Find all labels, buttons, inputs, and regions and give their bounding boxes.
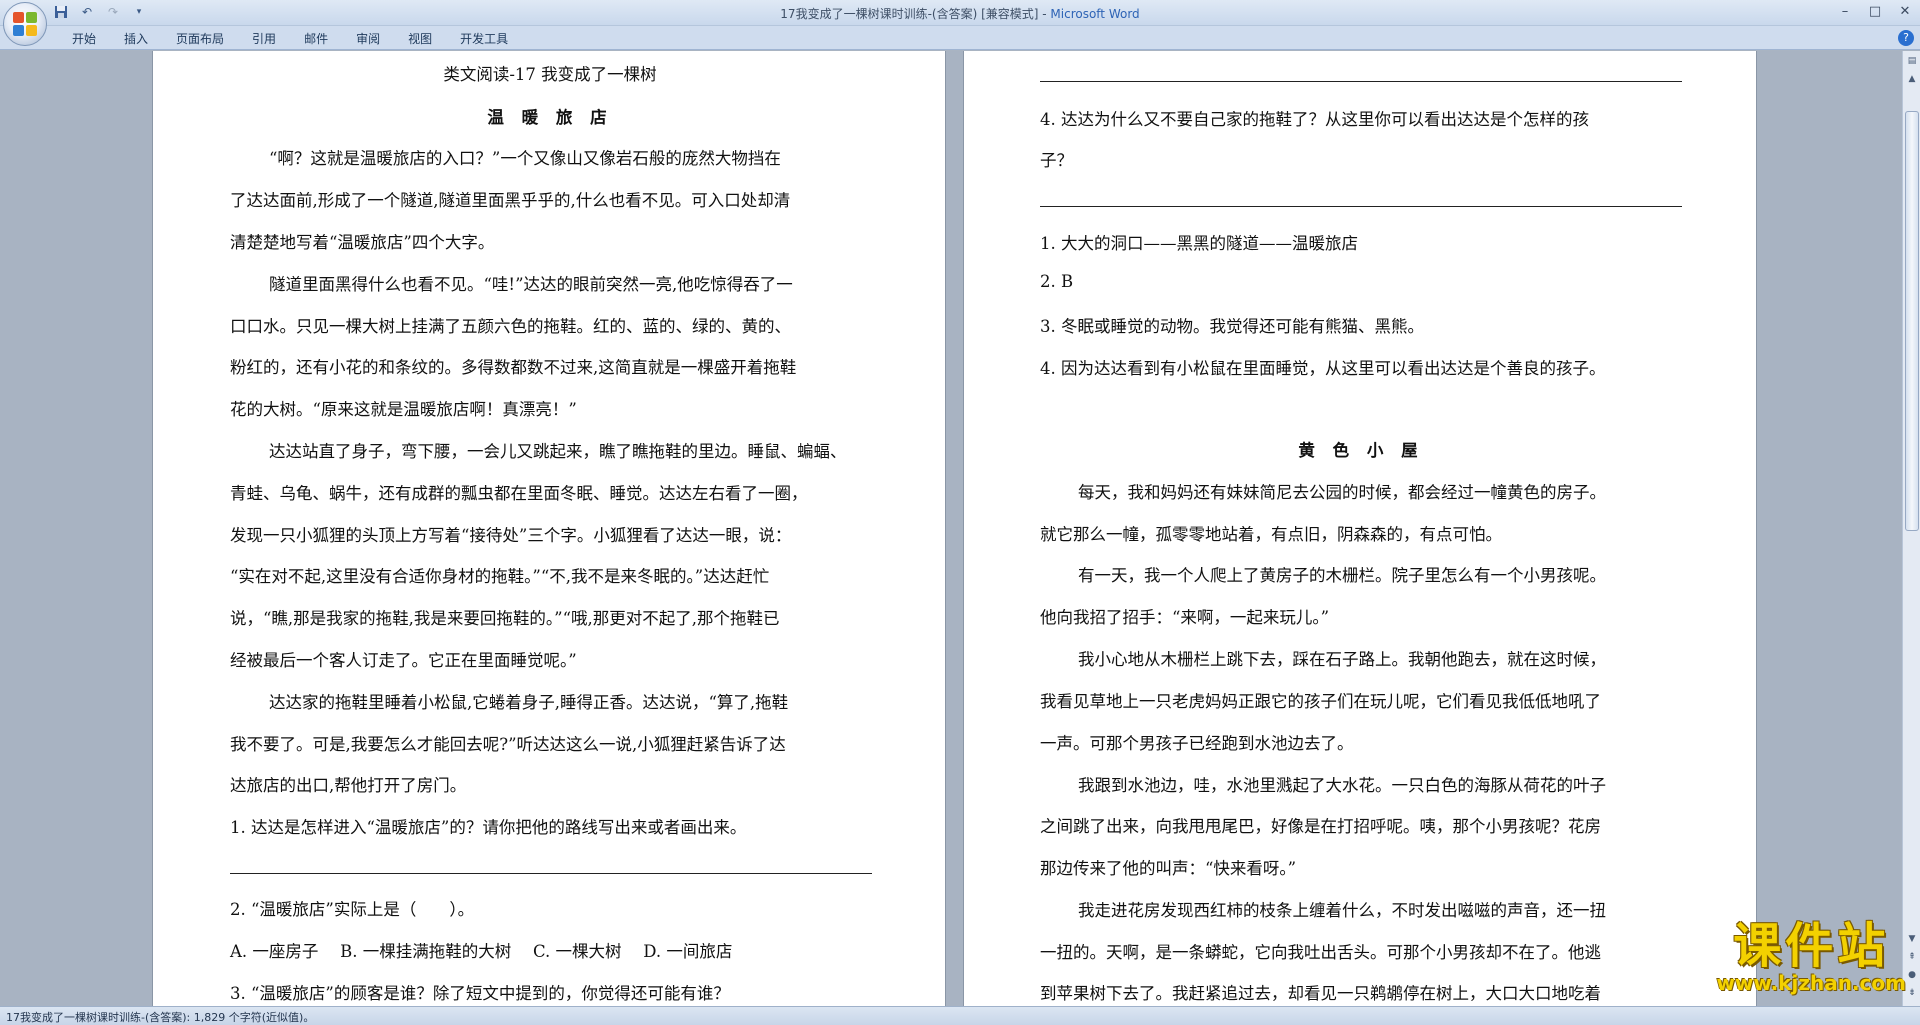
answer-line <box>1040 206 1682 207</box>
question-4-line: 子？ <box>1040 151 1073 170</box>
page-right[interactable]: 4. 达达为什么又不要自己家的拖鞋了？从这里你可以看出达达是个怎样的孩 子？ 1… <box>963 51 1757 1006</box>
status-bar: 17我变成了一棵树课时训练-(含答案): 1,829 个字符(近似值)。 <box>0 1006 1920 1025</box>
answer-item: 3. 冬眠或睡觉的动物。我觉得还可能有熊猫、黑熊。 <box>1040 317 1424 336</box>
arrow-up-icon: ▲ <box>1908 74 1916 84</box>
paragraph-line: 那边传来了他的叫声：“快来看呀。” <box>1040 859 1297 878</box>
paragraph-line: 说，“瞧,那是我家的拖鞋,我是来要回拖鞋的。”“哦,那更对不起了,那个拖鞋已 <box>230 609 780 628</box>
tab-insert[interactable]: 插入 <box>110 30 162 48</box>
paragraph-line: 每天，我和妈妈还有妹妹简尼去公园的时候，都会经过一幢黄色的房子。 <box>1078 483 1606 502</box>
maximize-icon: □ <box>1868 3 1882 19</box>
close-button[interactable]: ✕ <box>1890 0 1920 22</box>
answer-item: 1. 大大的洞口——黑黑的隧道——温暖旅店 <box>1040 234 1358 253</box>
minimize-button[interactable]: – <box>1830 0 1860 22</box>
paragraph-line: 了达达面前,形成了一个隧道,隧道里面黑乎乎的,什么也看不见。可入口处却清 <box>230 191 791 210</box>
status-text: 17我变成了一棵树课时训练-(含答案): 1,829 个字符(近似值)。 <box>6 1011 315 1024</box>
tab-page-layout[interactable]: 页面布局 <box>162 30 238 48</box>
paragraph-line: 之间跳了出来，向我甩甩尾巴，好像是在打招呼呢。咦，那个小男孩呢？花房 <box>1040 817 1601 836</box>
scroll-down-button[interactable]: ▼ <box>1904 931 1920 947</box>
office-button[interactable] <box>3 2 47 46</box>
tab-home[interactable]: 开始 <box>58 30 110 48</box>
double-up-icon: ⇞ <box>1908 952 1916 962</box>
title-bar: ↶ ↷ ▾ 17我变成了一棵树课时训练-(含答案) [兼容模式] - Micro… <box>0 0 1920 26</box>
document-title: 17我变成了一棵树课时训练-(含答案) [兼容模式] - <box>780 7 1051 21</box>
paragraph-line: 我走进花房发现西红柿的枝条上缠着什么，不时发出嗞嗞的声音，还一扭 <box>1078 901 1606 920</box>
paragraph-line: 一声。可那个男孩子已经跑到水池边去了。 <box>1040 734 1354 753</box>
app-name: Microsoft Word <box>1050 7 1140 21</box>
paragraph-line: 发现一只小狐狸的头顶上方写着“接待处”三个字。小狐狸看了达达一眼，说： <box>230 526 792 545</box>
paragraph-line: 就它那么一幢，孤零零地站着，有点旧，阴森森的，有点可怕。 <box>1040 525 1502 544</box>
paragraph-line: 经被最后一个客人订走了。它正在里面睡觉呢。” <box>230 651 577 670</box>
story-title-warm-hotel: 温 暖 旅 店 <box>487 108 613 127</box>
window-controls: – □ ✕ <box>1830 0 1920 22</box>
ribbon: 开始 插入 页面布局 引用 邮件 审阅 视图 开发工具 ? <box>0 26 1920 50</box>
paragraph-line: 隧道里面黑得什么也看不见。“哇!”达达的眼前突然一亮,他吃惊得吞了一 <box>269 275 793 294</box>
answer-line <box>230 873 872 874</box>
window-title: 17我变成了一棵树课时训练-(含答案) [兼容模式] - Microsoft W… <box>0 5 1920 22</box>
office-logo-icon <box>13 12 37 36</box>
help-button[interactable]: ? <box>1898 30 1914 46</box>
scroll-up-button[interactable]: ▲ <box>1904 71 1920 87</box>
paragraph-line: 口口水。只见一棵大树上挂满了五颜六色的拖鞋。红的、蓝的、绿的、黄的、 <box>230 317 791 336</box>
tab-view[interactable]: 视图 <box>394 30 446 48</box>
paragraph-line: 粉红的，还有小花的和条纹的。多得数都数不过来,这简直就是一棵盛开着拖鞋 <box>230 358 797 377</box>
paragraph-line: 我跟到水池边，哇，水池里溅起了大水花。一只白色的海豚从荷花的叶子 <box>1078 776 1606 795</box>
arrow-down-icon: ▼ <box>1908 934 1916 944</box>
question-2: 2. “温暖旅店”实际上是（ ）。 <box>230 900 475 919</box>
minimize-icon: – <box>1841 3 1849 19</box>
answer-line <box>1040 81 1682 82</box>
page-left[interactable]: 类文阅读-17 我变成了一棵树 温 暖 旅 店 “啊？这就是温暖旅店的入口？”一… <box>152 51 946 1006</box>
document-header: 类文阅读-17 我变成了一棵树 <box>443 65 657 84</box>
document-workspace[interactable]: 类文阅读-17 我变成了一棵树 温 暖 旅 店 “啊？这就是温暖旅店的入口？”一… <box>0 51 1902 1006</box>
paragraph-line: 他向我招了招手：“来啊，一起来玩儿。” <box>1040 608 1330 627</box>
help-icon: ? <box>1903 31 1909 44</box>
paragraph-line: 达旅店的出口,帮他打开了房门。 <box>230 776 467 795</box>
ruler-icon: ▤ <box>1907 56 1917 66</box>
tab-developer[interactable]: 开发工具 <box>446 30 522 48</box>
vertical-scrollbar[interactable]: ▤ ▲ ▼ ⇞ ● ⇟ <box>1902 51 1920 1006</box>
double-down-icon: ⇟ <box>1908 988 1916 998</box>
close-icon: ✕ <box>1899 3 1911 19</box>
paragraph-line: 我不要了。可是,我要怎么才能回去呢?”听达达这么一说,小狐狸赶紧告诉了达 <box>230 735 786 754</box>
paragraph-line: 清楚楚地写着“温暖旅店”四个大字。 <box>230 233 495 252</box>
tab-review[interactable]: 审阅 <box>342 30 394 48</box>
tab-references[interactable]: 引用 <box>238 30 290 48</box>
paragraph-line: “实在对不起,这里没有合适你身材的拖鞋。”“不,我不是来冬眠的。”达达赶忙 <box>230 567 770 586</box>
question-4-line: 4. 达达为什么又不要自己家的拖鞋了？从这里你可以看出达达是个怎样的孩 <box>1040 110 1589 129</box>
paragraph-line: 花的大树。“原来这就是温暖旅店啊！真漂亮！” <box>230 400 577 419</box>
question-2-options: A. 一座房子 B. 一棵挂满拖鞋的大树 C. 一棵大树 D. 一间旅店 <box>230 942 733 961</box>
paragraph-line: 青蛙、乌龟、蜗牛，还有成群的瓢虫都在里面冬眠、睡觉。达达左右看了一圈， <box>230 484 808 503</box>
paragraph-line: 我看见草地上一只老虎妈妈正跟它的孩子们在玩儿呢，它们看见我低低地吼了 <box>1040 692 1601 711</box>
paragraph-line: 达达家的拖鞋里睡着小松鼠,它蜷着身子,睡得正香。达达说，“算了,拖鞋 <box>269 693 789 712</box>
tab-mailings[interactable]: 邮件 <box>290 30 342 48</box>
question-3: 3. “温暖旅店”的顾客是谁？除了短文中提到的，你觉得还可能有谁？ <box>230 984 730 1003</box>
paragraph-line: 我小心地从木栅栏上跳下去，踩在石子路上。我朝他跑去，就在这时候， <box>1078 650 1606 669</box>
story-title-yellow-house: 黄 色 小 屋 <box>1298 441 1424 460</box>
paragraph-line: 有一天，我一个人爬上了黄房子的木栅栏。院子里怎么有一个小男孩呢。 <box>1078 566 1606 585</box>
answer-item: 2. B <box>1040 272 1074 291</box>
scroll-thumb[interactable] <box>1905 111 1919 531</box>
previous-page-button[interactable]: ⇞ <box>1904 949 1920 965</box>
select-browse-object-button[interactable]: ● <box>1904 967 1920 983</box>
ribbon-tabs: 开始 插入 页面布局 引用 邮件 审阅 视图 开发工具 <box>58 30 522 48</box>
paragraph-line: 到苹果树下去了。我赶紧追过去，却看见一只鹈鹕停在树上，大口大口地吃着 <box>1040 984 1601 1003</box>
paragraph-line: “啊？这就是温暖旅店的入口？”一个又像山又像岩石般的庞然大物挡在 <box>269 149 781 168</box>
paragraph-line: 一扭的。天啊，是一条蟒蛇，它向我吐出舌头。可那个小男孩却不在了。他逃 <box>1040 943 1601 962</box>
question-1: 1. 达达是怎样进入“温暖旅店”的？请你把他的路线写出来或者画出来。 <box>230 818 747 837</box>
answer-item: 4. 因为达达看到有小松鼠在里面睡觉，从这里可以看出达达是个善良的孩子。 <box>1040 359 1606 378</box>
next-page-button[interactable]: ⇟ <box>1904 985 1920 1001</box>
ruler-toggle-button[interactable]: ▤ <box>1904 53 1920 69</box>
paragraph-line: 达达站直了身子，弯下腰，一会儿又跳起来，瞧了瞧拖鞋的里边。睡鼠、蝙蝠、 <box>269 442 847 461</box>
browse-object-icon: ● <box>1908 970 1916 980</box>
maximize-button[interactable]: □ <box>1860 0 1890 22</box>
